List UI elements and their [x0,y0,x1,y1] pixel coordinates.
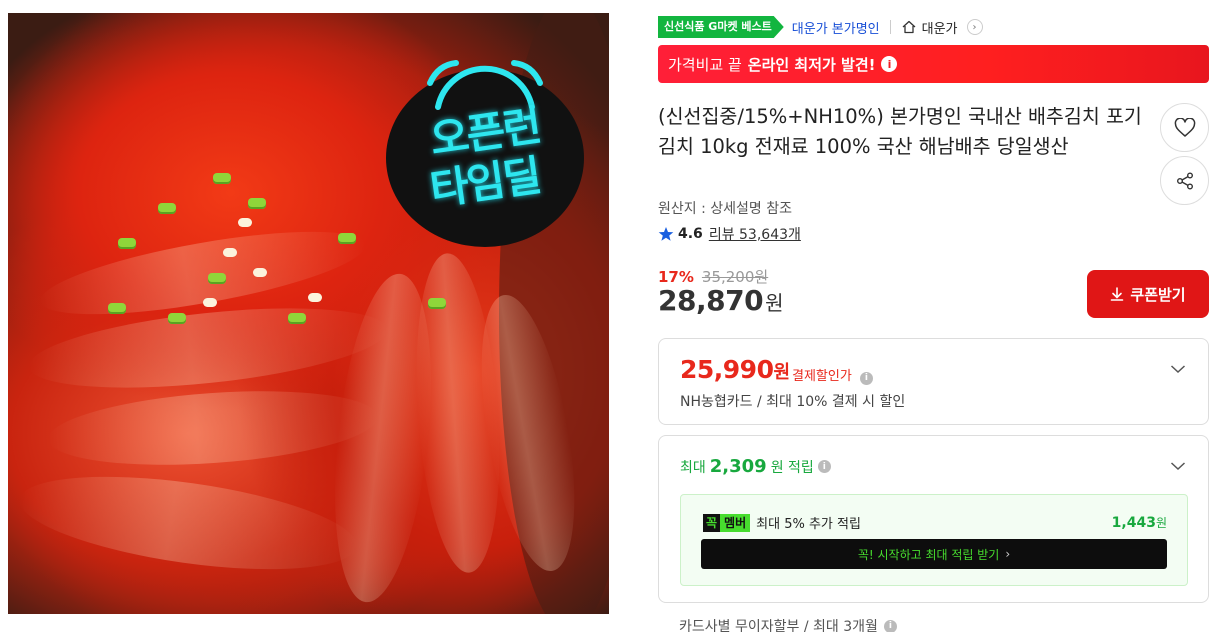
chevron-right-icon: › [1005,547,1011,561]
brand-link[interactable]: 대운가 본가명인 [792,18,880,37]
member-row: 꼭 멤버 최대 5% 추가 적립 [703,513,861,532]
max-points: 최대 2,309 원 적립 i [680,456,831,477]
member-badge-a: 꼭 [703,513,721,532]
points-suffix: 원 적립 [770,459,814,476]
payment-price-number: 25,990 [680,355,774,384]
installment-text: 카드사별 무이자할부 / 최대 3개월 [679,619,878,632]
points-prefix: 최대 [680,459,706,476]
member-text: 최대 5% 추가 적립 [756,517,861,532]
final-price-unit: 원 [765,291,783,315]
rating-row: 4.6 리뷰 53,643개 [658,224,801,244]
chevron-down-icon[interactable] [1170,458,1186,474]
coupon-button[interactable]: 쿠폰받기 [1087,270,1209,318]
payment-label-text: 결제할인가 [792,369,852,384]
info-icon[interactable]: i [817,460,831,473]
store-home-link[interactable]: 대운가 › [901,18,983,37]
member-badge: 꼭 멤버 [703,513,751,532]
banner-prefix: 가격비교 끝 [668,55,742,74]
payment-discount-price: 25,990원 [680,355,790,384]
open-run-timedeal-badge: 오픈런 타임딜 [386,60,584,247]
payment-discount-label: 결제할인가 i [792,365,873,385]
points-amount: 2,309 [709,456,767,477]
coupon-label: 쿠폰받기 [1130,285,1186,304]
lowest-price-banner[interactable]: 가격비교 끝 온라인 최저가 발견! i [658,45,1209,83]
member-points-box: 꼭 멤버 최대 5% 추가 적립 1,443원 꼭! 시작하고 최대 적립 받기 … [680,494,1188,586]
start-button-label: 꼭! 시작하고 최대 적립 받기 [857,547,1000,562]
points-box: 최대 2,309 원 적립 i 꼭 멤버 최대 5% 추가 적립 1,443원 꼭… [658,435,1209,603]
origin-info: 원산지 : 상세설명 참조 [658,201,792,217]
review-link[interactable]: 리뷰 53,643개 [709,224,801,244]
best-badge[interactable]: 신선식품 G마켓 베스트 [658,16,784,38]
info-icon[interactable]: i [881,56,898,72]
member-amount-number: 1,443 [1111,515,1156,531]
download-icon [1111,287,1124,301]
share-button[interactable] [1160,156,1209,205]
wishlist-button[interactable] [1160,103,1209,152]
tag-row: 신선식품 G마켓 베스트 대운가 본가명인 대운가 › [658,16,983,38]
heart-icon [1174,117,1195,137]
product-title: (신선집중/15%+NH10%) 본가명인 국내산 배추김치 포기김치 10kg… [658,105,1142,158]
info-icon[interactable]: i [859,371,873,385]
share-icon [1176,172,1193,189]
chevron-right-icon: › [966,19,983,35]
discount-rate: 17% [658,267,694,286]
divider [889,20,891,34]
start-membership-button[interactable]: 꼭! 시작하고 최대 적립 받기 › [701,539,1167,569]
info-icon[interactable]: i [883,619,897,632]
final-price-number: 28,870 [658,284,764,317]
installment-info: 카드사별 무이자할부 / 최대 3개월 i [679,616,897,632]
member-amount-unit: 원 [1155,516,1167,530]
payment-discount-box[interactable]: 25,990원 결제할인가 i NH농협카드 / 최대 10% 결제 시 할인 [658,338,1209,425]
member-amount: 1,443원 [1112,514,1167,531]
store-home-label: 대운가 [921,21,958,37]
product-image[interactable]: 오픈런 타임딜 [8,13,609,614]
star-icon [658,227,674,241]
banner-highlight: 온라인 최저가 발견! [747,55,876,74]
final-price: 28,870 원 [658,284,783,317]
payment-discount-description: NH농협카드 / 최대 10% 결제 시 할인 [680,394,906,410]
rating-score: 4.6 [678,226,703,242]
home-icon [902,20,916,34]
member-badge-b: 멤버 [720,513,751,532]
chevron-down-icon[interactable] [1170,361,1186,377]
payment-price-unit: 원 [773,362,790,383]
